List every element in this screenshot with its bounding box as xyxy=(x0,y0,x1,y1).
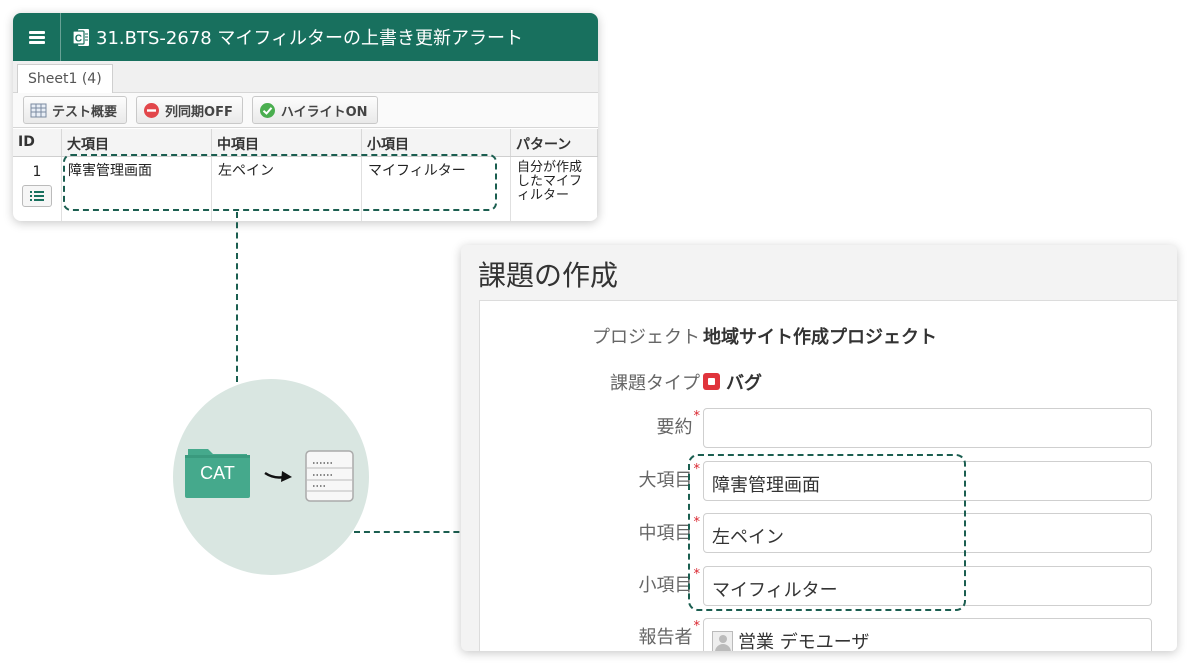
major-label: 大項目 xyxy=(638,470,693,491)
table-icon xyxy=(30,103,47,117)
list-icon xyxy=(30,191,44,201)
project-label: プロジェクト xyxy=(592,327,700,348)
sheet-title: 31.BTS-2678 マイフィルターの上書き更新アラート xyxy=(96,28,524,49)
project-value: 地域サイト作成プロジェクト xyxy=(703,327,937,348)
tab-sheet1[interactable]: Sheet1 (4) xyxy=(17,64,113,93)
reporter-label: 報告者 xyxy=(638,627,693,648)
check-circle-icon xyxy=(259,102,275,118)
spreadsheet-header: C 31.BTS-2678 マイフィルターの上書き更新アラート xyxy=(13,13,598,61)
grid-header-row: ID 大項目 中項目 小項目 パターン xyxy=(13,129,598,157)
row-detail-button[interactable] xyxy=(22,185,52,207)
column-sync-off-button[interactable]: 列同期OFF xyxy=(136,96,243,124)
menu-button[interactable] xyxy=(13,13,61,61)
sheet-title-area: C 31.BTS-2678 マイフィルターの上書き更新アラート xyxy=(61,24,523,50)
column-sync-off-label: 列同期OFF xyxy=(165,104,233,120)
row-id-cell: 1 xyxy=(13,157,62,221)
bug-icon xyxy=(703,373,720,390)
reporter-label-wrap: 報告者* xyxy=(638,619,701,649)
test-overview-label: テスト概要 xyxy=(52,104,118,120)
issue-form-title: 課題の作成 xyxy=(478,259,619,292)
issue-type-value-wrap[interactable]: バグ xyxy=(703,369,762,395)
column-header-pattern[interactable]: パターン xyxy=(511,129,598,156)
required-mark: * xyxy=(693,619,701,634)
minus-circle-icon xyxy=(144,102,160,118)
issue-type-label: 課題タイプ xyxy=(610,373,700,394)
svg-text:C: C xyxy=(75,33,82,44)
column-header-major[interactable]: 大項目 xyxy=(62,129,212,156)
connector-line-vertical xyxy=(236,212,238,382)
highlight-on-label: ハイライトON xyxy=(280,104,368,120)
sheet-tab-bar: Sheet1 (4) xyxy=(13,61,598,93)
issue-type-value: バグ xyxy=(726,373,762,394)
row-id: 1 xyxy=(32,164,42,180)
avatar xyxy=(712,631,733,651)
reporter-input[interactable]: 営業 デモユーザ xyxy=(703,618,1152,651)
spreadsheet-file-icon: C xyxy=(73,28,89,46)
required-mark: * xyxy=(693,409,701,424)
highlight-on-button[interactable]: ハイライトON xyxy=(251,96,378,124)
document-list-icon xyxy=(305,450,354,502)
column-header-middle[interactable]: 中項目 xyxy=(212,129,362,156)
label-column: プロジェクト 課題タイプ 要約* 大項目* 中項目* 小項目* 報告者* xyxy=(480,301,700,651)
summary-label-wrap: 要約* xyxy=(656,409,701,439)
source-highlight-box xyxy=(63,154,497,211)
cell-pattern[interactable]: 自分が作成したマイフィルター xyxy=(511,157,598,221)
target-highlight-box xyxy=(688,454,966,611)
sheet-toolbar: テスト概要 列同期OFF ハイライトON xyxy=(13,93,598,128)
summary-input[interactable] xyxy=(703,408,1152,448)
arrow-right-icon xyxy=(264,471,292,482)
column-header-id[interactable]: ID xyxy=(13,129,62,156)
hamburger-icon xyxy=(28,30,45,44)
middle-label: 中項目 xyxy=(638,523,693,544)
column-header-minor[interactable]: 小項目 xyxy=(362,129,511,156)
test-overview-button[interactable]: テスト概要 xyxy=(23,96,128,124)
summary-label: 要約 xyxy=(656,417,693,438)
cat-label: CAT xyxy=(200,463,235,483)
reporter-value: 営業 デモユーザ xyxy=(738,632,870,651)
minor-label: 小項目 xyxy=(638,575,693,596)
